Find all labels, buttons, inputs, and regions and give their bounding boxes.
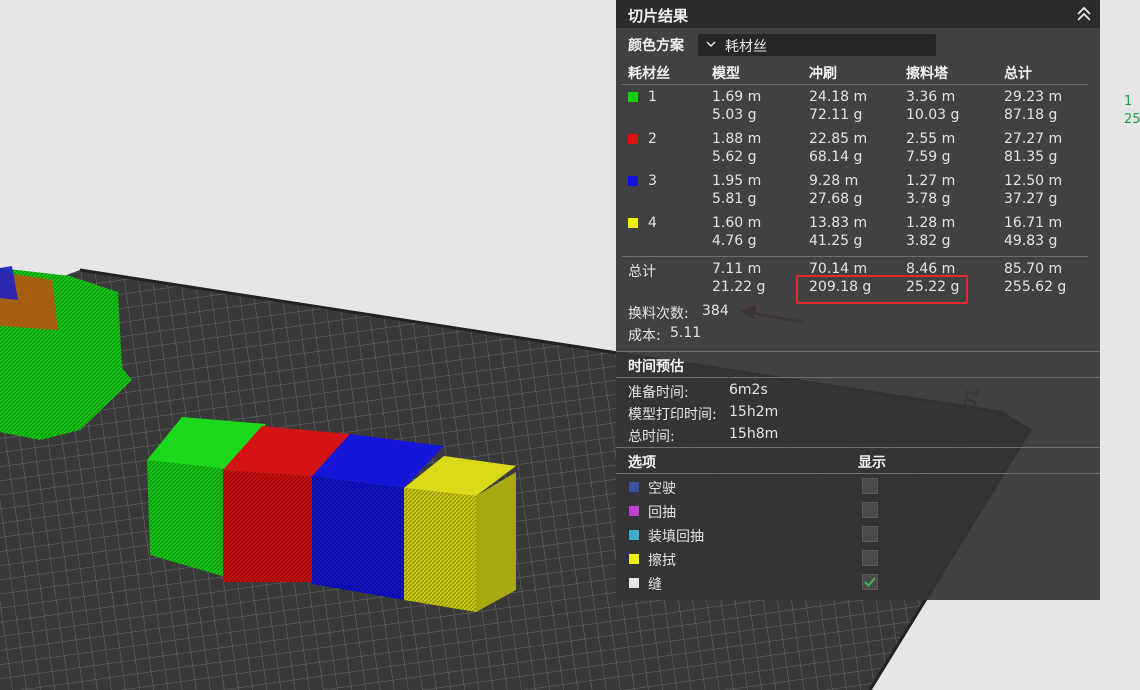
total-length: 29.23 m: [1004, 89, 1063, 105]
flush-weight: 27.68 g: [809, 191, 863, 207]
time-section-title: 时间预估: [628, 359, 684, 375]
prep-time-label: 准备时间:: [628, 385, 689, 401]
checkmark-icon: [864, 577, 876, 587]
filament-id: 1: [648, 89, 657, 105]
flush-length: 24.18 m: [809, 89, 868, 105]
prep-time-value: 6m2s: [729, 382, 768, 398]
panel-title: 切片结果: [628, 7, 689, 25]
option-color-swatch: [629, 578, 639, 588]
tower-length: 1.28 m: [906, 215, 956, 231]
tower-length: 1.27 m: [906, 173, 956, 189]
model-length: 1.95 m: [712, 173, 762, 189]
tower-weight: 7.59 g: [906, 149, 951, 165]
option-label: 缝: [648, 577, 662, 593]
chevron-down-icon: [704, 37, 718, 51]
option-label: 回抽: [648, 505, 676, 521]
filament-color-swatch: [628, 218, 638, 228]
col-header-tower: 擦料塔: [906, 66, 948, 82]
color-scheme-dropdown[interactable]: 耗材丝: [698, 34, 936, 56]
highlight-box: [796, 275, 968, 304]
divider: [622, 256, 1088, 257]
filament-id: 4: [648, 215, 657, 231]
model-length: 7.11 m: [712, 261, 762, 277]
total-weight: 49.83 g: [1004, 233, 1058, 249]
total-length: 85.70 m: [1004, 261, 1063, 277]
model-weight: 5.62 g: [712, 149, 757, 165]
tower-weight: 3.82 g: [906, 233, 951, 249]
model-weight: 5.03 g: [712, 107, 757, 123]
total-length: 27.27 m: [1004, 131, 1063, 147]
tower-length: 3.36 m: [906, 89, 956, 105]
change-count-label: 换料次数:: [628, 306, 689, 322]
show-checkbox[interactable]: [862, 478, 878, 494]
tower-weight: 3.78 g: [906, 191, 951, 207]
filament-color-swatch: [628, 92, 638, 102]
divider: [616, 377, 1100, 378]
flush-weight: 41.25 g: [809, 233, 863, 249]
flush-weight: 68.14 g: [809, 149, 863, 165]
total-label: 总计: [628, 264, 656, 280]
total-weight: 87.18 g: [1004, 107, 1058, 123]
total-weight: 81.35 g: [1004, 149, 1058, 165]
flush-weight: 72.11 g: [809, 107, 863, 123]
divider: [616, 447, 1100, 448]
show-header: 显示: [858, 455, 886, 471]
option-color-swatch: [629, 506, 639, 516]
filament-color-swatch: [628, 176, 638, 186]
model-time-value: 15h2m: [729, 404, 779, 420]
total-time-value: 15h8m: [729, 426, 779, 442]
option-color-swatch: [629, 530, 639, 540]
model-weight: 4.76 g: [712, 233, 757, 249]
model-length: 1.60 m: [712, 215, 762, 231]
col-header-flush: 冲刷: [809, 66, 837, 82]
col-header-filament: 耗材丝: [628, 66, 670, 82]
edge-number: 25: [1124, 112, 1140, 127]
tower-weight: 10.03 g: [906, 107, 960, 123]
show-checkbox[interactable]: [862, 526, 878, 542]
total-weight: 255.62 g: [1004, 279, 1067, 295]
tower-length: 2.55 m: [906, 131, 956, 147]
color-scheme-label: 颜色方案: [628, 38, 684, 54]
model-length: 1.69 m: [712, 89, 762, 105]
total-length: 16.71 m: [1004, 215, 1063, 231]
show-checkbox[interactable]: [862, 502, 878, 518]
filament-color-swatch: [628, 134, 638, 144]
model-weight: 5.81 g: [712, 191, 757, 207]
option-color-swatch: [629, 482, 639, 492]
change-count-value: 384: [702, 303, 729, 319]
show-checkbox-checked[interactable]: [862, 574, 878, 590]
option-label: 擦拭: [648, 553, 676, 569]
panel-title-bar: 切片结果: [616, 0, 1100, 28]
divider: [616, 473, 1100, 474]
model-weight: 21.22 g: [712, 279, 766, 295]
model-length: 1.88 m: [712, 131, 762, 147]
show-checkbox[interactable]: [862, 550, 878, 566]
option-label: 空驶: [648, 481, 676, 497]
col-header-total: 总计: [1004, 66, 1032, 82]
color-scheme-value: 耗材丝: [725, 39, 767, 55]
total-length: 12.50 m: [1004, 173, 1063, 189]
total-weight: 37.27 g: [1004, 191, 1058, 207]
option-label: 装填回抽: [648, 529, 704, 545]
divider: [622, 84, 1088, 85]
flush-length: 22.85 m: [809, 131, 868, 147]
filament-id: 3: [648, 173, 657, 189]
col-header-model: 模型: [712, 66, 740, 82]
option-color-swatch: [629, 554, 639, 564]
filament-id: 2: [648, 131, 657, 147]
divider: [616, 351, 1100, 352]
cost-value: 5.11: [670, 325, 702, 341]
edge-number: 1: [1124, 94, 1133, 109]
model-time-label: 模型打印时间:: [628, 407, 717, 423]
total-time-label: 总时间:: [628, 429, 675, 445]
options-header: 选项: [628, 455, 656, 471]
flush-length: 13.83 m: [809, 215, 868, 231]
cost-label: 成本:: [628, 328, 661, 344]
flush-length: 9.28 m: [809, 173, 859, 189]
collapse-icon[interactable]: [1074, 4, 1094, 24]
